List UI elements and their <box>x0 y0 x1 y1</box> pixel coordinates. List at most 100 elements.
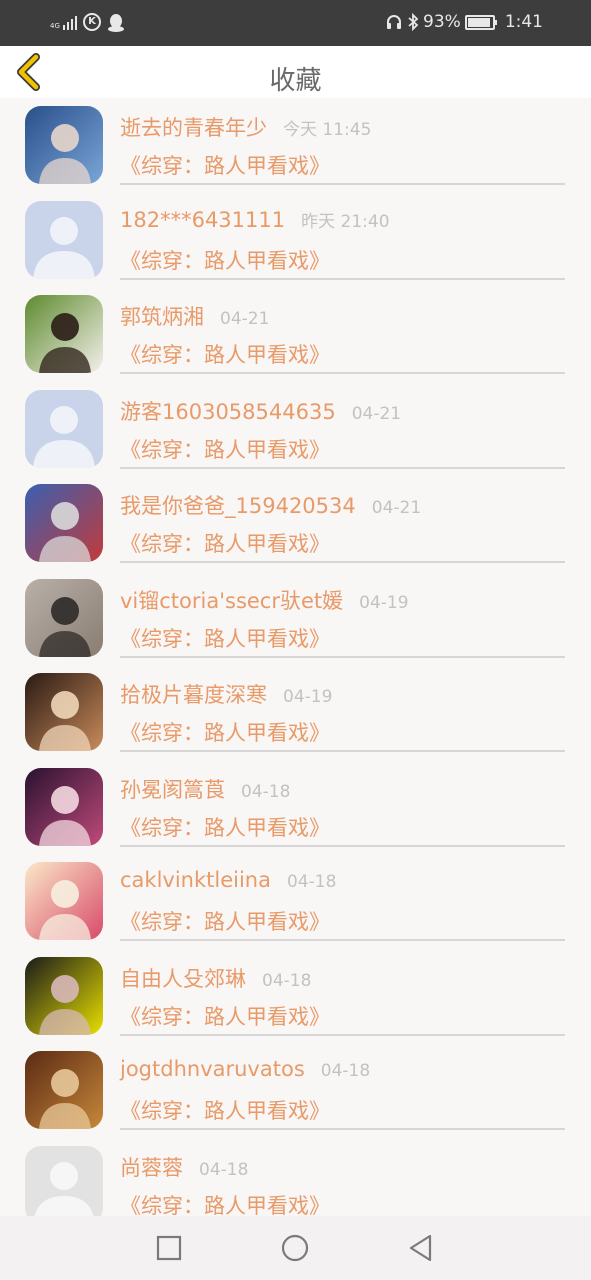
avatar[interactable] <box>25 295 103 373</box>
user-name[interactable]: 182***6431111 <box>120 208 285 232</box>
user-name[interactable]: 逝去的青春年少 <box>120 116 267 140</box>
avatar[interactable] <box>25 1051 103 1129</box>
name-line: 游客1603058544635 04-21 <box>120 396 401 426</box>
user-name[interactable]: 郭筑炳湘 <box>120 305 204 329</box>
user-name[interactable]: 自由人殳郊琳 <box>120 967 246 991</box>
user-name[interactable]: caklvinktleiina <box>120 868 271 892</box>
clock: 1:41 <box>504 12 543 32</box>
book-title[interactable]: 《综穿：路人甲看戏》 <box>120 906 330 936</box>
book-title[interactable]: 《综穿：路人甲看戏》 <box>120 150 330 180</box>
book-title[interactable]: 《综穿：路人甲看戏》 <box>120 434 330 464</box>
avatar[interactable] <box>25 767 103 846</box>
user-name[interactable]: 游客1603058544635 <box>120 400 336 424</box>
favorites-list[interactable]: 逝去的青春年少 今天 11:45 《综穿：路人甲看戏》 182***6431111 昨… <box>0 98 591 1216</box>
name-line: 尚蓉蓉 04-18 <box>120 1152 248 1182</box>
divider <box>120 466 565 469</box>
list-item[interactable]: 182***6431111 昨天 21:40 《综穿：路人甲看戏》 <box>0 193 591 288</box>
default-avatar-icon <box>25 389 103 468</box>
timestamp: 今天 11:45 <box>283 120 372 140</box>
user-photo-icon <box>25 956 103 1035</box>
recent-apps-icon <box>156 1235 182 1261</box>
list-item[interactable]: 我是你爸爸_159420534 04-21 《综穿：路人甲看戏》 <box>0 476 591 571</box>
name-line: 我是你爸爸_159420534 04-21 <box>120 490 421 520</box>
book-title[interactable]: 《综穿：路人甲看戏》 <box>120 528 330 558</box>
timestamp: 04-19 <box>283 687 333 707</box>
bluetooth-icon <box>408 13 419 31</box>
list-item[interactable]: 游客1603058544635 04-21 《综穿：路人甲看戏》 <box>0 382 591 477</box>
home-icon <box>281 1234 309 1262</box>
list-item[interactable]: 尚蓉蓉 04-18 《综穿：路人甲看戏》 <box>0 1138 591 1217</box>
k-app-icon: K <box>83 13 101 31</box>
network-label: 4G <box>50 22 60 30</box>
book-title[interactable]: 《综穿：路人甲看戏》 <box>120 812 330 842</box>
default-avatar-icon <box>25 200 103 279</box>
user-name[interactable]: 尚蓉蓉 <box>120 1156 183 1180</box>
timestamp: 04-19 <box>359 592 409 613</box>
user-photo-icon <box>25 106 103 184</box>
avatar[interactable] <box>25 578 103 657</box>
back-nav-button[interactable] <box>405 1232 437 1264</box>
user-name[interactable]: 拾极片暮度深寒 <box>120 683 267 707</box>
timestamp: 04-21 <box>371 498 422 518</box>
user-photo-icon <box>25 484 103 562</box>
divider <box>120 277 565 280</box>
timestamp: 04-21 <box>351 403 402 424</box>
recent-apps-button[interactable] <box>153 1232 185 1264</box>
user-name[interactable]: jogtdhnvaruvatos <box>120 1057 305 1081</box>
divider <box>120 561 565 563</box>
timestamp: 04-18 <box>241 781 291 802</box>
status-bar: 4G K 93% 1:41 <box>0 0 591 46</box>
timestamp: 04-18 <box>320 1061 371 1081</box>
list-item[interactable]: 孙冕阂篙莨 04-18 《综穿：路人甲看戏》 <box>0 760 591 855</box>
headset-icon <box>387 15 402 29</box>
list-item[interactable]: caklvinktleiina 04-18 《综穿：路人甲看戏》 <box>0 854 591 949</box>
book-title[interactable]: 《综穿：路人甲看戏》 <box>120 245 330 275</box>
book-title[interactable]: 《综穿：路人甲看戏》 <box>120 1190 330 1217</box>
list-item[interactable]: 逝去的青春年少 今天 11:45 《综穿：路人甲看戏》 <box>0 98 591 193</box>
home-button[interactable] <box>279 1232 311 1264</box>
user-photo-icon <box>25 295 103 373</box>
user-photo-icon <box>25 1051 103 1129</box>
battery-percent: 93% <box>423 12 461 32</box>
avatar[interactable] <box>25 484 103 562</box>
avatar[interactable] <box>25 956 103 1035</box>
divider <box>120 183 565 185</box>
list-item[interactable]: 拾极片暮度深寒 04-19 《综穿：路人甲看戏》 <box>0 665 591 760</box>
user-name[interactable]: 我是你爸爸_159420534 <box>120 494 356 518</box>
name-line: 182***6431111 昨天 21:40 <box>120 207 390 232</box>
avatar[interactable] <box>25 106 103 184</box>
divider <box>120 844 565 847</box>
avatar[interactable] <box>25 389 103 468</box>
book-title[interactable]: 《综穿：路人甲看戏》 <box>120 1095 330 1125</box>
user-name[interactable]: vi镏ctoria'ssecr驮et媛 <box>120 589 343 613</box>
status-right: 93% 1:41 <box>385 12 543 32</box>
list-item[interactable]: vi镏ctoria'ssecr驮et媛 04-19 《综穿：路人甲看戏》 <box>0 571 591 666</box>
list-item[interactable]: jogtdhnvaruvatos 04-18 《综穿：路人甲看戏》 <box>0 1043 591 1138</box>
avatar[interactable] <box>25 862 103 940</box>
name-line: jogtdhnvaruvatos 04-18 <box>120 1057 370 1081</box>
user-photo-icon <box>25 578 103 657</box>
user-photo-icon <box>25 862 103 940</box>
qq-icon <box>108 14 124 32</box>
name-line: 郭筑炳湘 04-21 <box>120 301 269 331</box>
avatar[interactable] <box>25 673 103 751</box>
divider <box>120 1128 565 1130</box>
user-name[interactable]: 孙冕阂篙莨 <box>120 778 225 802</box>
avatar[interactable] <box>25 200 103 279</box>
back-icon <box>409 1234 432 1262</box>
book-title[interactable]: 《综穿：路人甲看戏》 <box>120 339 330 369</box>
default-avatar-icon <box>25 1145 103 1216</box>
book-title[interactable]: 《综穿：路人甲看戏》 <box>120 717 330 747</box>
list-item[interactable]: 郭筑炳湘 04-21 《综穿：路人甲看戏》 <box>0 287 591 382</box>
user-photo-icon <box>25 673 103 751</box>
timestamp: 04-18 <box>286 872 337 892</box>
book-title[interactable]: 《综穿：路人甲看戏》 <box>120 1001 330 1031</box>
timestamp: 昨天 21:40 <box>301 211 390 232</box>
book-title[interactable]: 《综穿：路人甲看戏》 <box>120 623 330 653</box>
signal-icon: 4G <box>50 14 77 30</box>
avatar[interactable] <box>25 1145 103 1216</box>
name-line: 拾极片暮度深寒 04-19 <box>120 679 332 709</box>
list-item[interactable]: 自由人殳郊琳 04-18 《综穿：路人甲看戏》 <box>0 949 591 1044</box>
page-title: 收藏 <box>269 66 322 96</box>
name-line: 孙冕阂篙莨 04-18 <box>120 774 290 804</box>
